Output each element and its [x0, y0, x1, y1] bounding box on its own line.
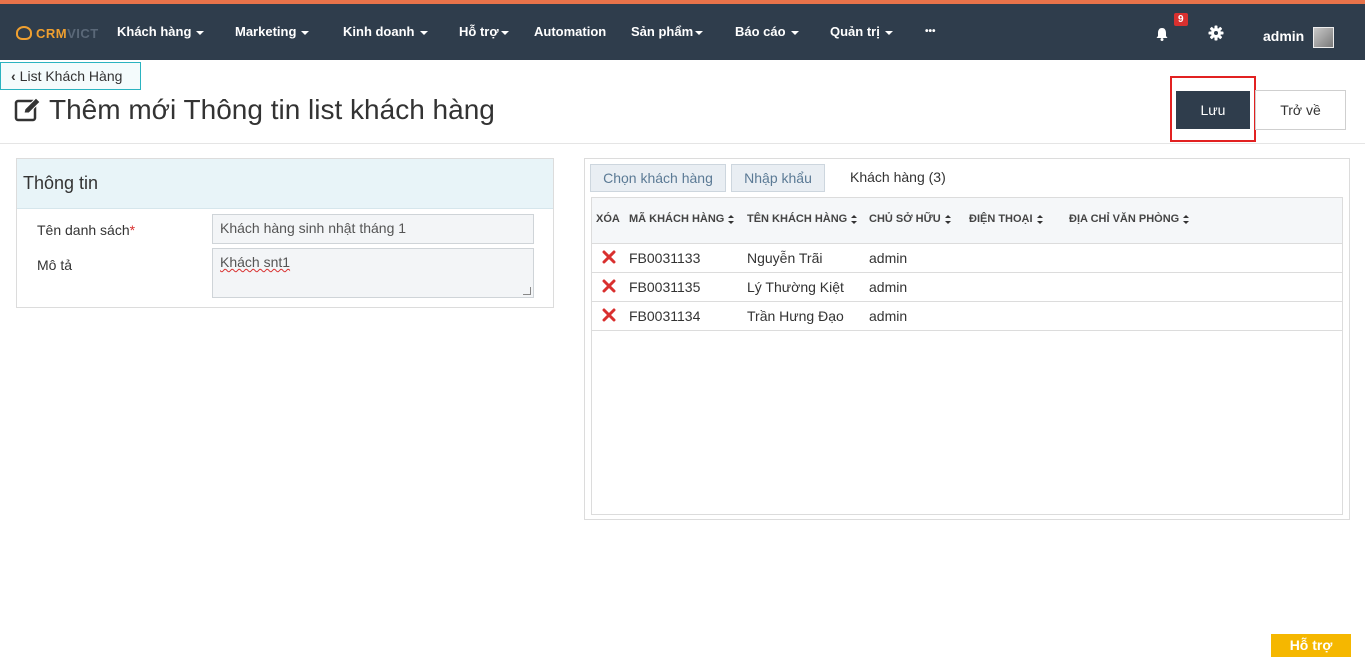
- divider: [0, 143, 1365, 144]
- sort-icon: [944, 214, 951, 224]
- back-to-list-button[interactable]: ‹ List Khách Hàng: [0, 62, 141, 90]
- nav-bao-cao[interactable]: Báo cáo: [735, 4, 799, 60]
- user-name[interactable]: admin: [1263, 28, 1304, 44]
- nav-marketing[interactable]: Marketing: [235, 4, 310, 60]
- cell-name: Lý Thường Kiệt: [747, 279, 844, 295]
- top-navbar: CRMVICT Khách hàng Marketing Kinh doanh …: [0, 0, 1365, 60]
- avatar[interactable]: [1313, 27, 1334, 48]
- caret-down-icon: [790, 30, 799, 35]
- col-owner[interactable]: CHỦ SỞ HỮU: [869, 213, 951, 225]
- notification-badge: 9: [1174, 13, 1188, 26]
- cell-owner: admin: [869, 250, 908, 266]
- tab-customers-count[interactable]: Khách hàng (3): [850, 164, 946, 192]
- caret-down-icon: [419, 30, 428, 35]
- list-name-label: Tên danh sách*: [37, 222, 136, 238]
- caret-down-icon: [196, 30, 205, 35]
- sort-icon: [1036, 214, 1043, 224]
- page-title: Thêm mới Thông tin list khách hàng: [49, 94, 495, 125]
- delete-icon[interactable]: [602, 308, 616, 322]
- caret-down-icon: [500, 30, 509, 35]
- customers-panel: Chọn khách hàng Nhập khẩu Khách hàng (3)…: [584, 158, 1350, 520]
- table-row: FB0031135 Lý Thường Kiệt admin: [592, 273, 1342, 302]
- col-customer-code[interactable]: MÃ KHÁCH HÀNG: [629, 213, 735, 225]
- customers-table: XÓA MÃ KHÁCH HÀNG TÊN KHÁCH HÀNG CHỦ SỞ …: [591, 197, 1343, 515]
- caret-down-icon: [884, 30, 893, 35]
- bell-icon[interactable]: [1155, 27, 1169, 41]
- sort-icon: [851, 214, 858, 224]
- nav-automation[interactable]: Automation: [534, 4, 606, 60]
- table-row: FB0031133 Nguyễn Trãi admin: [592, 244, 1342, 273]
- nav-khach-hang[interactable]: Khách hàng: [117, 4, 205, 60]
- info-panel-title: Thông tin: [17, 159, 553, 209]
- tab-import[interactable]: Nhập khẩu: [731, 164, 825, 192]
- delete-icon[interactable]: [602, 279, 616, 293]
- cell-code: FB0031135: [629, 279, 701, 295]
- nav-kinh-doanh[interactable]: Kinh doanh: [343, 4, 428, 60]
- logo[interactable]: CRMVICT: [16, 23, 99, 43]
- table-header: XÓA MÃ KHÁCH HÀNG TÊN KHÁCH HÀNG CHỦ SỞ …: [592, 198, 1342, 244]
- cell-code: FB0031133: [629, 250, 701, 266]
- caret-down-icon: [695, 30, 704, 35]
- cell-owner: admin: [869, 279, 908, 295]
- chevron-left-icon: ‹: [11, 68, 16, 84]
- nav-ho-tro[interactable]: Hỗ trợ: [459, 4, 509, 60]
- save-button[interactable]: Lưu: [1176, 91, 1250, 129]
- return-button[interactable]: Trở về: [1255, 90, 1346, 130]
- col-customer-name[interactable]: TÊN KHÁCH HÀNG: [747, 213, 858, 225]
- logo-icon: [16, 26, 32, 40]
- sort-icon: [1183, 214, 1190, 224]
- table-row: FB0031134 Trần Hưng Đạo admin: [592, 302, 1342, 331]
- description-field[interactable]: Khách snt1: [212, 248, 534, 298]
- resize-handle[interactable]: [523, 287, 531, 295]
- edit-icon: [14, 97, 41, 122]
- cell-name: Trần Hưng Đạo: [747, 308, 844, 324]
- delete-icon[interactable]: [602, 250, 616, 264]
- info-panel: Thông tin Tên danh sách* Khách hàng sinh…: [16, 158, 554, 308]
- cell-name: Nguyễn Trãi: [747, 250, 823, 266]
- col-phone[interactable]: ĐIỆN THOẠI: [969, 213, 1043, 225]
- gear-icon[interactable]: [1208, 25, 1224, 41]
- cell-owner: admin: [869, 308, 908, 324]
- tab-choose-customers[interactable]: Chọn khách hàng: [590, 164, 726, 192]
- nav-more[interactable]: •••: [925, 4, 936, 60]
- col-delete: XÓA: [596, 213, 620, 225]
- sort-icon: [728, 214, 735, 224]
- col-office-address[interactable]: ĐỊA CHỈ VĂN PHÒNG: [1069, 213, 1190, 225]
- nav-san-pham[interactable]: Sản phẩm: [631, 4, 704, 60]
- list-name-field[interactable]: Khách hàng sinh nhật tháng 1: [212, 214, 534, 244]
- cell-code: FB0031134: [629, 308, 701, 324]
- help-button[interactable]: Hỗ trợ: [1271, 634, 1351, 657]
- nav-quan-tri[interactable]: Quản trị: [830, 4, 893, 60]
- description-label: Mô tả: [37, 257, 73, 273]
- caret-down-icon: [301, 30, 310, 35]
